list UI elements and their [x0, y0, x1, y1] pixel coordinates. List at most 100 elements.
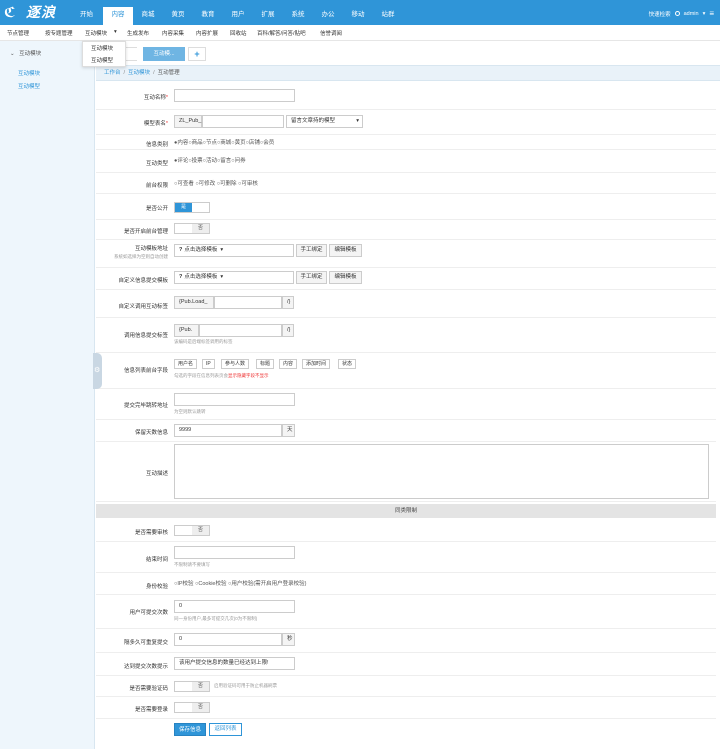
label-template: 互动模板地址: [134, 246, 168, 252]
nav-item-user[interactable]: 用户: [223, 7, 253, 25]
breadcrumb-workbench[interactable]: 工作台: [104, 70, 121, 76]
template-hint: 系统如选择为空则自动创建: [114, 254, 168, 259]
table-model-select[interactable]: 留言文章持的模型 ▾: [286, 115, 363, 128]
audit-toggle[interactable]: 否: [174, 525, 210, 536]
field-checkbox-addtime[interactable]: 添加时间: [302, 359, 331, 369]
tabs-row: 互动模... +: [96, 45, 720, 63]
sidebar-item-interact-module[interactable]: 互动模块: [18, 69, 40, 77]
row-custom-submit: 自定义信息提交模板 ? 点击选择模板 ▾ 手工绑定 编辑模板: [96, 268, 716, 290]
interval-unit: 秒: [282, 633, 295, 646]
custom-tag-input[interactable]: [214, 296, 282, 309]
save-button[interactable]: 保存信息: [174, 723, 206, 736]
label-info-class: 信息类别: [145, 142, 168, 148]
label-user-count: 用户可提交次数: [129, 610, 168, 616]
redirect-input[interactable]: [174, 393, 295, 406]
subnav-node-manage[interactable]: 节点管理: [7, 29, 29, 37]
admin-toggle[interactable]: 否: [174, 223, 210, 234]
perm-checkboxes[interactable]: ○可查看 ○可修改 ○可删除 ○可审核: [174, 179, 258, 187]
admin-user-link[interactable]: admin: [684, 11, 699, 17]
subnav-interact-module[interactable]: 互动模块: [85, 29, 107, 37]
chevron-down-icon: ▾: [220, 274, 224, 280]
sidebar-item-interact-model[interactable]: 互动模型: [18, 82, 40, 90]
row-perm: 前台权限 ○可查看 ○可修改 ○可删除 ○可审核: [96, 173, 716, 194]
subnav-credit[interactable]: 信誉调阅: [320, 29, 342, 37]
dropdown-item-module[interactable]: 互动模块: [83, 42, 125, 54]
nav-item-mobile[interactable]: 移动: [343, 7, 373, 25]
field-checkbox-status[interactable]: 状态: [338, 359, 357, 369]
public-toggle[interactable]: 是: [174, 202, 210, 213]
keep-days-input[interactable]: 9999: [174, 424, 282, 437]
desc-textarea[interactable]: [174, 444, 709, 499]
label-end: 结束时间: [145, 557, 168, 563]
name-input[interactable]: [174, 89, 295, 102]
type-radios[interactable]: ●评论○投票○活动○留言○问券: [174, 156, 246, 164]
row-admin: 是否开启前台管理 否: [96, 220, 716, 240]
nav-item-sites[interactable]: 站群: [373, 7, 403, 25]
chevron-down-icon[interactable]: ▾: [703, 11, 706, 17]
dropdown-item-model[interactable]: 互动模型: [83, 54, 125, 66]
back-button[interactable]: 返回列表: [209, 723, 242, 736]
end-time-input[interactable]: [174, 546, 295, 559]
template-select[interactable]: ? 点击选择模板 ▾: [174, 244, 294, 257]
logo-icon: ℭ: [4, 4, 16, 20]
subnav-recycle[interactable]: 回收站: [230, 29, 247, 37]
manual-bind-button-2[interactable]: 手工绑定: [296, 271, 327, 284]
subnav-wiki[interactable]: 百科/解答/问答/贴吧: [257, 29, 306, 37]
custom-submit-template-select[interactable]: ? 点击选择模板 ▾: [174, 271, 294, 284]
sidebar-collapse-handle[interactable]: ⚙: [93, 353, 102, 389]
subnav-publish[interactable]: 生成发布: [127, 29, 149, 37]
nav-item-content[interactable]: 内容: [103, 7, 133, 25]
subnav-content-extend[interactable]: 内容扩展: [196, 29, 218, 37]
sidebar-head-label: 互动模块: [19, 51, 42, 57]
sidebar-head[interactable]: ⌄ 互动模块: [0, 47, 95, 61]
nav-item-yellowpage[interactable]: 黄页: [163, 7, 193, 25]
table-name-input[interactable]: [202, 115, 284, 128]
label-redirect: 提交完毕跳转地址: [123, 403, 168, 409]
keep-days-unit: 天: [282, 424, 295, 437]
field-checkbox-username[interactable]: 用户名: [174, 359, 198, 369]
interact-dropdown-menu: 互动模块 互动模型: [82, 41, 126, 67]
main-nav: 开始 内容 商城 黄页 教育 用户 扩展 系统 办公 移动 站群: [73, 7, 403, 25]
label-perm: 前台权限: [145, 183, 168, 189]
logo[interactable]: ℭ 逐浪: [4, 3, 56, 21]
user-count-hint: 同一身份用户,最多可提交几次(0为不限制): [174, 616, 258, 621]
breadcrumb: 工作台 / 互动模块 / 互动管理: [96, 65, 720, 81]
login-toggle[interactable]: 否: [174, 702, 210, 713]
nav-item-extend[interactable]: 扩展: [253, 7, 283, 25]
field-checkbox-title[interactable]: 标题: [256, 359, 275, 369]
nav-item-system[interactable]: 系统: [283, 7, 313, 25]
add-tab-button[interactable]: +: [188, 47, 206, 61]
interval-input[interactable]: 0: [174, 633, 282, 646]
subnav-caret-icon[interactable]: ▾: [114, 29, 117, 35]
edit-template-button[interactable]: 编辑模板: [329, 244, 362, 257]
identity-checkboxes[interactable]: ○IP校验 ○Cookie校验 ○用户校验(需开启用户登录校验): [174, 579, 307, 587]
nav-item-start[interactable]: 开始: [73, 7, 103, 25]
row-info-class: 信息类别 ●内容○商品○节点○商城○黄页○店铺○会员: [96, 135, 716, 150]
captcha-toggle[interactable]: 否: [174, 681, 210, 692]
field-checkbox-ip[interactable]: IP: [202, 359, 215, 369]
label-keep: 保留天数信息: [134, 430, 168, 436]
tab-interact-module[interactable]: 互动模...: [143, 47, 185, 61]
label-captcha: 是否需要验证码: [129, 686, 168, 692]
limit-tip-input[interactable]: 该用户提交信息的数量已经达到上限!: [174, 657, 295, 670]
label-interval: 隔多久可重复提交: [123, 640, 168, 646]
field-checkbox-participants[interactable]: 参与人数: [221, 359, 250, 369]
user-count-input[interactable]: 0: [174, 600, 295, 613]
info-class-radios[interactable]: ●内容○商品○节点○商城○黄页○店铺○会员: [174, 138, 274, 146]
nav-item-office[interactable]: 办公: [313, 7, 343, 25]
label-name: 互动名称*: [143, 95, 168, 101]
row-type: 互动类型 ●评论○投票○活动○留言○问券: [96, 150, 716, 173]
nav-item-education[interactable]: 教育: [193, 7, 223, 25]
manual-bind-button[interactable]: 手工绑定: [296, 244, 327, 257]
subnav-collect[interactable]: 内容采集: [162, 29, 184, 37]
breadcrumb-interact-module[interactable]: 互动模块: [128, 70, 150, 76]
quick-search-link[interactable]: 快速检索: [649, 10, 671, 18]
subnav-topic-manage[interactable]: 按专题管理: [45, 29, 73, 37]
row-identity: 身份校验 ○IP校验 ○Cookie校验 ○用户校验(需开启用户登录校验): [96, 573, 716, 595]
nav-item-shop[interactable]: 商城: [133, 7, 163, 25]
menu-icon[interactable]: ≡: [709, 9, 714, 18]
edit-template-button-2[interactable]: 编辑模板: [329, 271, 362, 284]
label-admin: 是否开启前台管理: [123, 229, 168, 235]
field-checkbox-content[interactable]: 内容: [279, 359, 298, 369]
call-tag-input[interactable]: [199, 324, 282, 337]
